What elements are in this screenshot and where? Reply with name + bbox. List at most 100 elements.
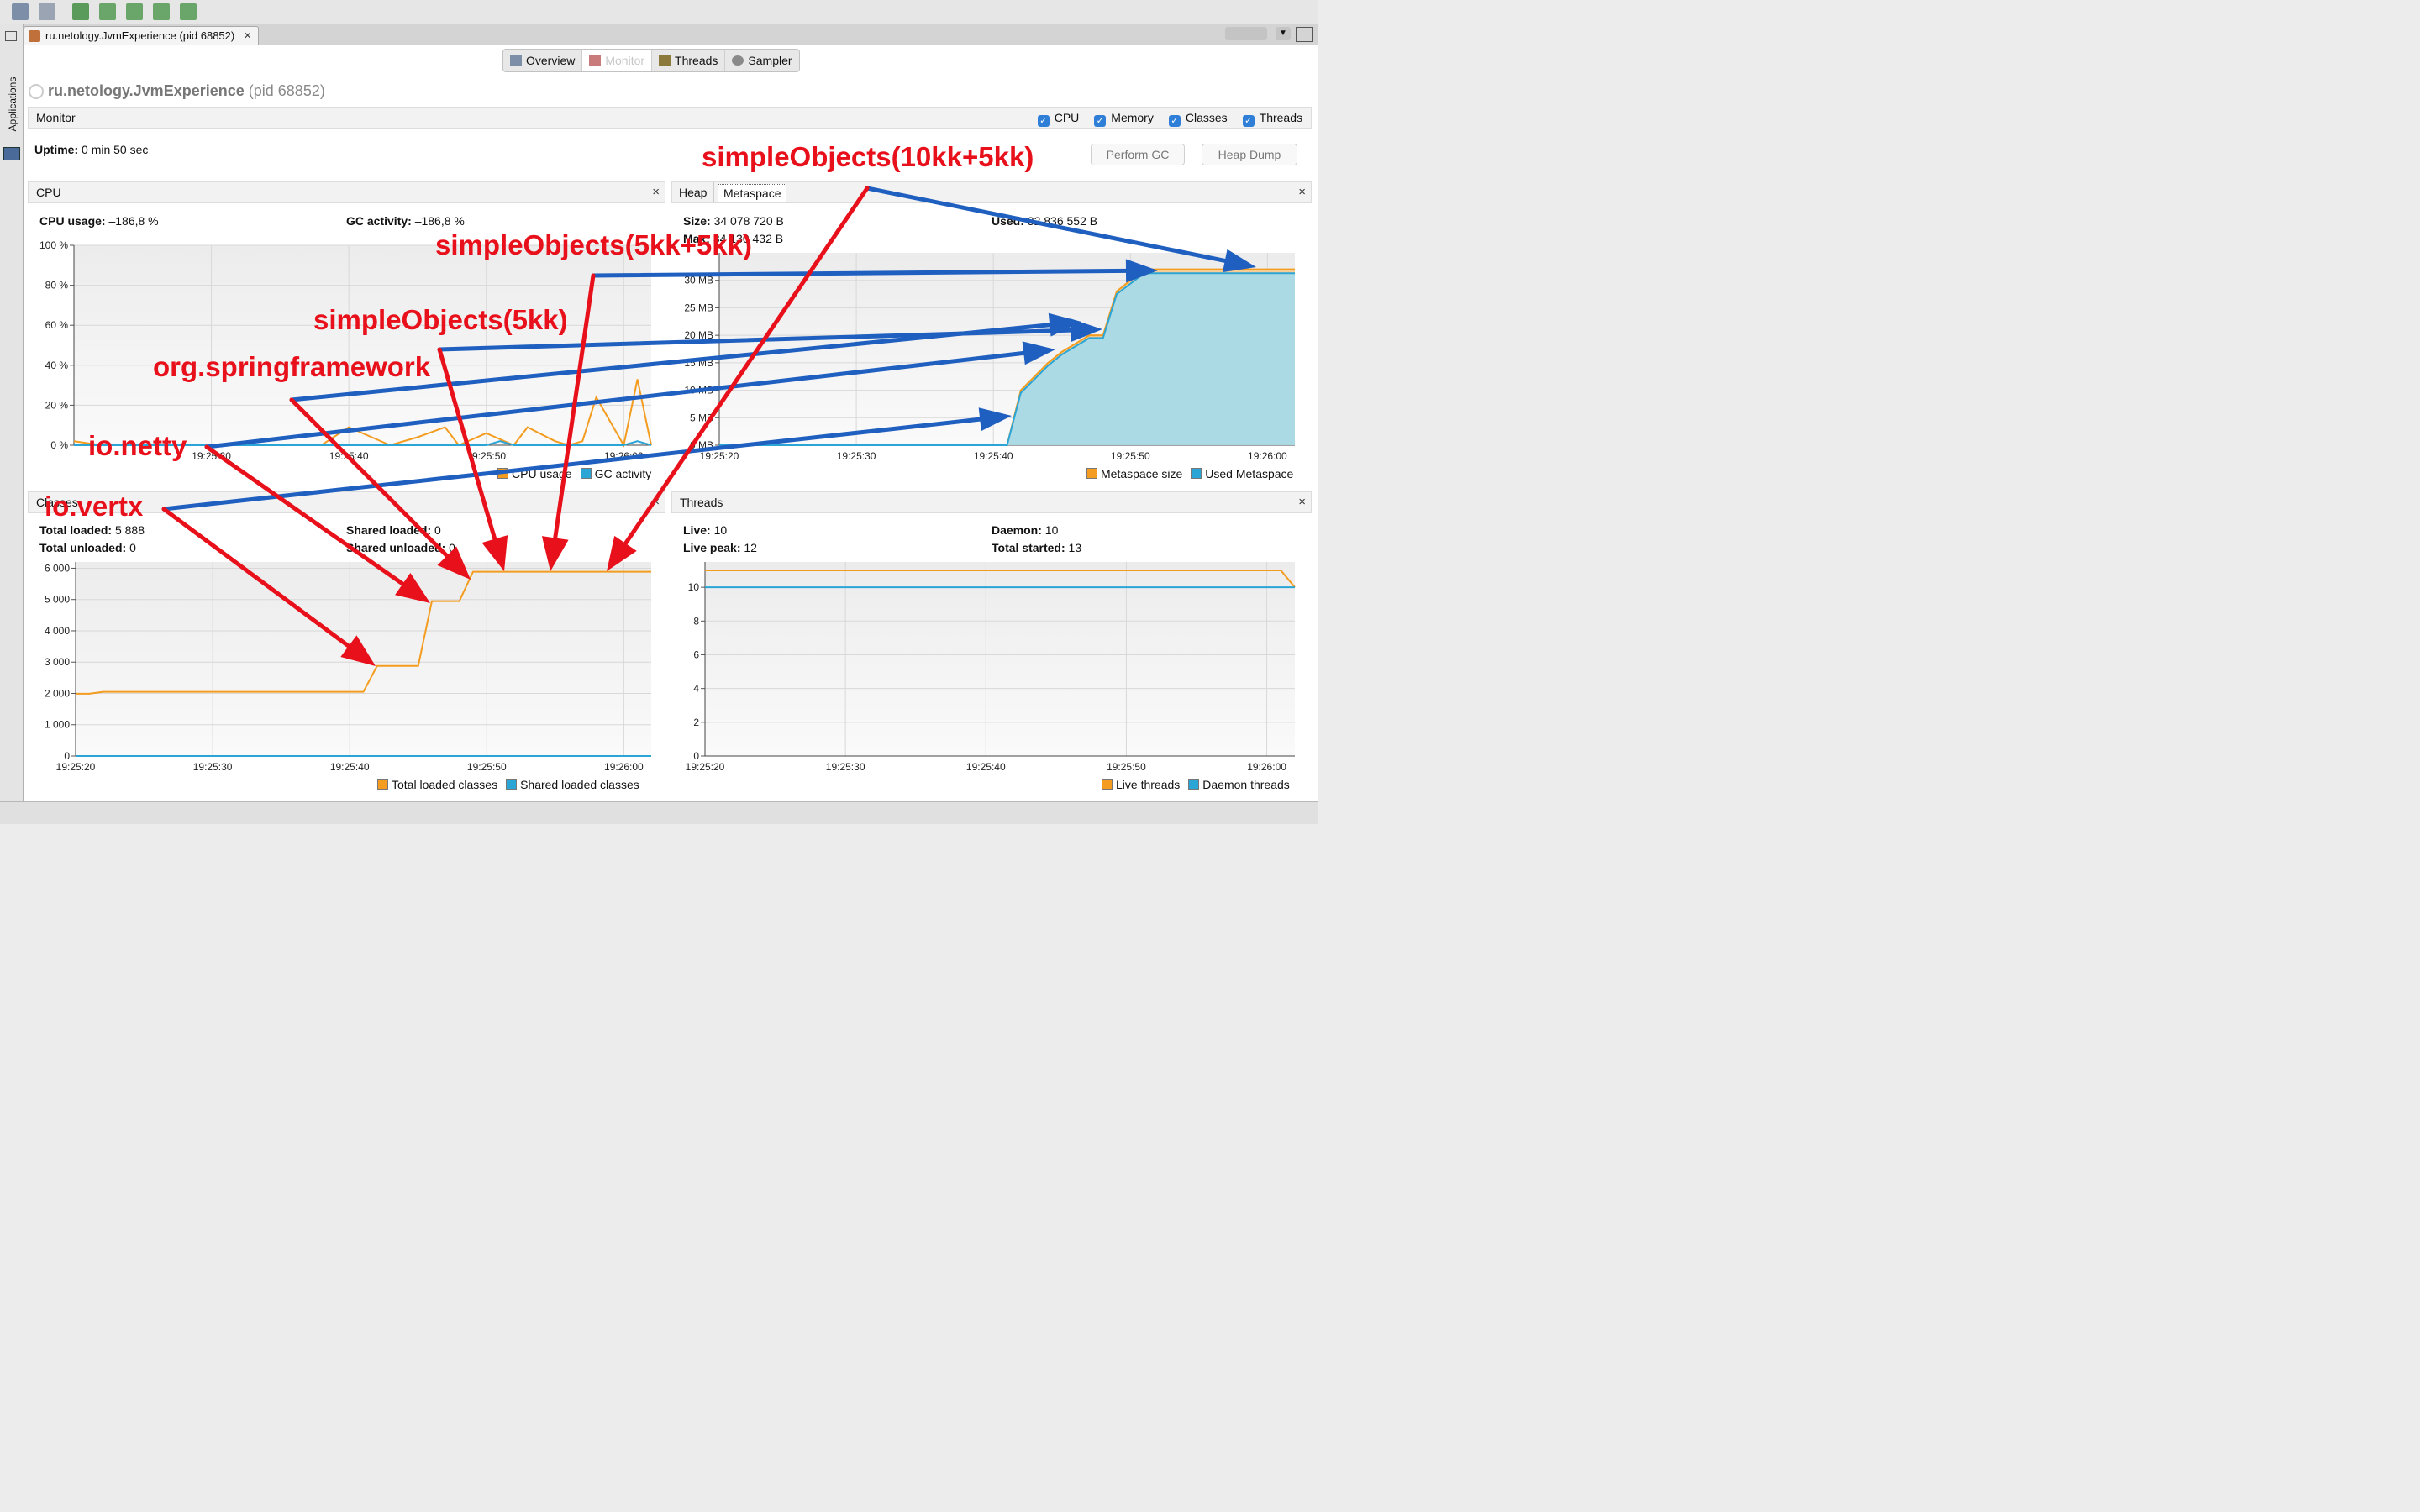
threads-panel-title: Threads: [680, 496, 723, 509]
legend-metaspace-size: Metaspace size: [1086, 467, 1182, 480]
cpu-checkbox[interactable]: ✓ CPU: [1037, 108, 1079, 128]
heap-dump-button[interactable]: Heap Dump: [1202, 144, 1297, 165]
total-loaded-stat: Total loaded: 5 888: [39, 523, 145, 537]
x-tick-label: 19:26:00: [604, 450, 644, 462]
threads-checkbox[interactable]: ✓ Threads: [1242, 108, 1302, 128]
y-tick-label: 0 %: [50, 439, 68, 451]
x-tick-label: 19:25:50: [1111, 450, 1150, 462]
restore-window-icon[interactable]: [5, 31, 17, 41]
y-tick-label: 80 %: [45, 280, 69, 291]
maximize-icon[interactable]: [1296, 27, 1313, 42]
applications-sidebar: Applications: [0, 24, 24, 801]
x-tick-label: 19:25:30: [193, 761, 233, 773]
add-snapshot-icon[interactable]: [126, 3, 143, 20]
add-jmx-connection-icon[interactable]: [72, 3, 89, 20]
save-icon[interactable]: [39, 3, 55, 20]
plot-background: [74, 245, 651, 445]
total-unloaded-stat: Total unloaded: 0: [39, 541, 136, 554]
memory-panel-header: Heap Metaspace ×: [671, 181, 1312, 203]
document-tab[interactable]: ru.netology.JvmExperience (pid 68852) ×: [24, 26, 259, 46]
tab-scroll-buttons[interactable]: [1225, 27, 1267, 40]
y-tick-label: 1 000: [45, 719, 70, 731]
y-tick-label: 20 MB: [684, 329, 713, 341]
add-remote-host-icon[interactable]: [99, 3, 116, 20]
memory-checkbox[interactable]: ✓ Memory: [1094, 108, 1154, 128]
open-icon[interactable]: [12, 3, 29, 20]
close-cpu-panel-icon[interactable]: ×: [652, 182, 660, 202]
view-tabs: Overview Monitor Threads Sampler: [502, 49, 800, 72]
y-tick-label: 0: [64, 750, 70, 762]
y-tick-label: 100 %: [39, 239, 68, 251]
sampler-icon: [732, 55, 744, 66]
y-tick-label: 60 %: [45, 319, 69, 331]
tab-threads[interactable]: Threads: [652, 50, 726, 71]
classes-checkbox[interactable]: ✓ Classes: [1168, 108, 1228, 128]
y-tick-label: 0 MB: [690, 439, 713, 451]
tab-heap[interactable]: Heap: [672, 182, 715, 202]
legend-total-loaded: Total loaded classes: [377, 778, 497, 791]
metaspace-used-stat: Used: 32 836 552 B: [992, 214, 1098, 228]
x-tick-label: 19:25:50: [467, 761, 507, 773]
x-tick-label: 19:25:30: [192, 450, 231, 462]
perform-gc-button[interactable]: Perform GC: [1091, 144, 1185, 165]
cpu-panel-header: CPU ×: [28, 181, 666, 203]
cpu-panel-title: CPU: [36, 186, 61, 199]
y-tick-label: 10 MB: [684, 385, 713, 396]
document-tab-label: ru.netology.JvmExperience (pid 68852): [45, 29, 235, 42]
classes-legend: Total loaded classes Shared loaded class…: [377, 778, 639, 791]
x-tick-label: 19:25:20: [56, 761, 96, 773]
y-tick-label: 25 MB: [684, 302, 713, 313]
tab-list-dropdown[interactable]: ▼: [1276, 27, 1291, 40]
x-tick-label: 19:26:00: [1247, 761, 1286, 773]
y-tick-label: 8: [693, 615, 699, 627]
threads-icon: [659, 55, 671, 66]
y-tick-label: 0: [693, 750, 699, 762]
x-tick-label: 19:25:30: [826, 761, 865, 773]
tab-sampler[interactable]: Sampler: [725, 50, 798, 71]
check-icon: ✓: [1242, 115, 1255, 127]
y-tick-label: 5 000: [45, 594, 70, 606]
monitor-title: Monitor: [36, 111, 76, 124]
x-tick-label: 19:25:20: [700, 450, 739, 462]
check-icon: ✓: [1168, 115, 1181, 127]
tab-metaspace[interactable]: Metaspace: [718, 184, 787, 202]
legend-shared-loaded: Shared loaded classes: [506, 778, 639, 791]
app-name: ru.netology.JvmExperience: [48, 82, 245, 99]
live-threads-stat: Live: 10: [683, 523, 728, 537]
y-tick-label: 40 %: [45, 360, 69, 371]
status-bar: [0, 801, 1318, 824]
applications-window-icon[interactable]: [3, 147, 20, 160]
x-tick-label: 19:25:40: [330, 761, 370, 773]
legend-used-metaspace: Used Metaspace: [1191, 467, 1293, 480]
close-classes-panel-icon[interactable]: ×: [652, 492, 660, 512]
close-threads-panel-icon[interactable]: ×: [1298, 492, 1306, 512]
add-heap-dump-icon[interactable]: [180, 3, 197, 20]
cpu-usage-stat: CPU usage: –186,8 %: [39, 214, 159, 228]
java-app-icon: [29, 30, 40, 42]
y-tick-label: 2: [693, 717, 699, 728]
x-tick-label: 19:25:50: [466, 450, 506, 462]
x-tick-label: 19:25:40: [966, 761, 1006, 773]
monitor-icon: [589, 55, 602, 66]
uptime-value: 0 min 50 sec: [82, 143, 149, 156]
metaspace-size-stat: Size: 34 078 720 B: [683, 214, 784, 228]
plot-background: [76, 562, 651, 756]
y-tick-label: 5 MB: [690, 412, 713, 423]
y-tick-label: 10: [688, 581, 700, 593]
close-tab-icon[interactable]: ×: [244, 27, 251, 45]
y-tick-label: 20 %: [45, 399, 69, 411]
y-tick-label: 15 MB: [684, 357, 713, 369]
y-tick-label: 30 MB: [684, 275, 713, 286]
x-tick-label: 19:25:50: [1107, 761, 1146, 773]
add-core-dump-icon[interactable]: [153, 3, 170, 20]
legend-cpu-usage: CPU usage: [497, 467, 572, 480]
tab-monitor[interactable]: Monitor: [582, 50, 653, 71]
annotation-org-springframework: org.springframework: [153, 351, 431, 382]
threads-legend: Live threads Daemon threads: [1102, 778, 1290, 791]
y-tick-label: 3 000: [45, 656, 70, 668]
tab-overview[interactable]: Overview: [503, 50, 583, 71]
close-memory-panel-icon[interactable]: ×: [1298, 182, 1306, 202]
applications-side-tab[interactable]: Applications: [7, 75, 18, 134]
uptime: Uptime: 0 min 50 sec: [34, 143, 149, 156]
x-tick-label: 19:25:40: [329, 450, 369, 462]
